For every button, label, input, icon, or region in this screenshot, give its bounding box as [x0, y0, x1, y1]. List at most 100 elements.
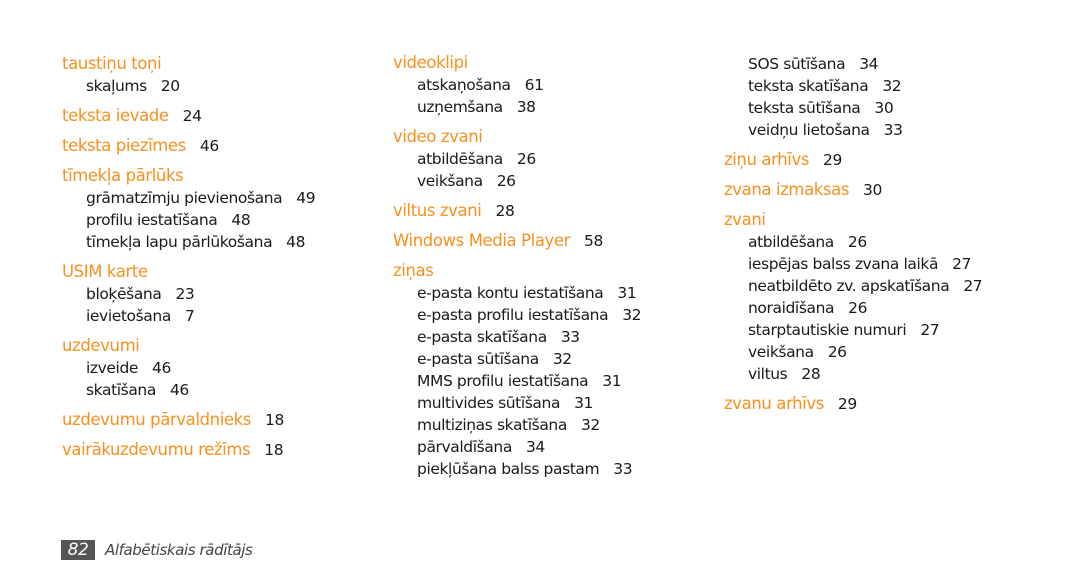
page-reference: 33: [883, 121, 903, 139]
subentry-term: multiziņas skatīšana: [417, 416, 567, 434]
subentry-term: piekļūšana balss pastam: [417, 460, 600, 478]
subentry-term: skatīšana: [86, 381, 156, 399]
index-subentry: iespējas balss zvana laikā 27: [748, 254, 971, 274]
heading-term: USIM karte: [62, 262, 148, 281]
subentry-term: teksta sūtīšana: [748, 99, 861, 117]
index-heading: viltus zvani 28: [393, 201, 515, 221]
index-subentry: skatīšana 46: [86, 380, 189, 400]
page-reference: 32: [580, 416, 600, 434]
subentry-term: multivides sūtīšana: [417, 394, 561, 412]
page-reference: 29: [823, 151, 842, 169]
index-subentry: e-pasta sūtīšana 32: [417, 349, 572, 369]
index-heading: zvana izmaksas 30: [724, 180, 882, 200]
index-subentry: starptautiskie numuri 27: [748, 320, 940, 340]
subentry-term: veikšana: [748, 343, 814, 361]
heading-term: videoklipi: [393, 53, 468, 72]
index-heading: teksta ievade 24: [62, 106, 202, 126]
page-reference: 7: [184, 307, 195, 325]
heading-term: teksta piezīmes: [62, 136, 186, 155]
index-subentry: MMS profilu iestatīšana 31: [417, 371, 622, 391]
index-subentry: izveide 46: [86, 358, 171, 378]
index-subentry: veidņu lietošana 33: [748, 120, 903, 140]
subentry-term: pārvaldīšana: [417, 438, 512, 456]
subentry-term: grāmatzīmju pievienošana: [86, 189, 283, 207]
page-reference: 27: [963, 277, 983, 295]
index-heading: uzdevumu pārvaldnieks 18: [62, 410, 284, 430]
index-heading: taustiņu toņi: [62, 54, 162, 74]
index-subentry: atskaņošana 61: [417, 75, 544, 95]
index-heading: video zvani: [393, 127, 483, 147]
index-subentry: skaļums 20: [86, 76, 180, 96]
index-subentry: noraidīšana 26: [748, 298, 867, 318]
page-reference: 28: [801, 365, 821, 383]
page-number: 82: [61, 540, 95, 560]
index-subentry: pārvaldīšana 34: [417, 437, 545, 457]
index-subentry: SOS sūtīšana 34: [748, 54, 879, 74]
index-subentry: bloķēšana 23: [86, 284, 195, 304]
heading-term: uzdevumu pārvaldnieks: [62, 410, 251, 429]
page-reference: 58: [584, 232, 603, 250]
heading-term: zvana izmaksas: [724, 180, 850, 199]
subentry-term: tīmekļa lapu pārlūkošana: [86, 233, 273, 251]
index-heading: zvanu arhīvs 29: [724, 394, 857, 414]
index-heading: teksta piezīmes 46: [62, 136, 219, 156]
subentry-term: teksta skatīšana: [748, 77, 869, 95]
subentry-term: e-pasta skatīšana: [417, 328, 547, 346]
page-reference: 48: [231, 211, 251, 229]
page-footer: 82 Alfabētiskais rādītājs: [61, 540, 253, 560]
index-subentry: tīmekļa lapu pārlūkošana 48: [86, 232, 306, 252]
index-subentry: piekļūšana balss pastam 33: [417, 459, 633, 479]
page-reference: 46: [152, 359, 171, 377]
page-reference: 30: [874, 99, 894, 117]
index-subentry: teksta skatīšana 32: [748, 76, 902, 96]
page-reference: 33: [560, 328, 580, 346]
heading-term: video zvani: [393, 127, 483, 146]
subentry-term: e-pasta profilu iestatīšana: [417, 306, 609, 324]
subentry-term: viltus: [748, 365, 788, 383]
page-reference: 31: [602, 372, 622, 390]
subentry-term: starptautiskie numuri: [748, 321, 907, 339]
heading-term: taustiņu toņi: [62, 54, 162, 73]
page-reference: 46: [199, 137, 219, 155]
section-title: Alfabētiskais rādītājs: [105, 541, 253, 559]
page-reference: 18: [265, 411, 284, 429]
subentry-term: atbildēšana: [417, 150, 503, 168]
page-reference: 32: [622, 306, 642, 324]
index-subentry: e-pasta kontu iestatīšana 31: [417, 283, 637, 303]
subentry-term: atskaņošana: [417, 76, 511, 94]
subentry-term: MMS profilu iestatīšana: [417, 372, 589, 390]
index-subentry: atbildēšana 26: [417, 149, 536, 169]
index-subentry: multiziņas skatīšana 32: [417, 415, 600, 435]
heading-term: ziņas: [393, 261, 434, 280]
page-reference: 26: [516, 150, 536, 168]
page-reference: 28: [495, 202, 515, 220]
index-heading: videoklipi: [393, 53, 468, 73]
page-reference: 49: [296, 189, 316, 207]
heading-term: ziņu arhīvs: [724, 150, 810, 169]
subentry-term: uzņemšana: [417, 98, 503, 116]
page-reference: 20: [160, 77, 180, 95]
subentry-term: iespējas balss zvana laikā: [748, 255, 939, 273]
index-subentry: teksta sūtīšana 30: [748, 98, 894, 118]
page-reference: 18: [264, 441, 284, 459]
subentry-term: bloķēšana: [86, 285, 162, 303]
heading-term: Windows Media Player: [393, 231, 571, 250]
subentry-term: ievietošana: [86, 307, 171, 325]
page-reference: 61: [524, 76, 544, 94]
heading-term: vairākuzdevumu režīms: [62, 440, 251, 459]
index-heading: ziņas: [393, 261, 434, 281]
index-subentry: veikšana 26: [417, 171, 516, 191]
page-reference: 33: [613, 460, 633, 478]
page-reference: 29: [837, 395, 857, 413]
heading-term: uzdevumi: [62, 336, 140, 355]
page-reference: 32: [882, 77, 902, 95]
heading-term: tīmekļa pārlūks: [62, 166, 184, 185]
page-reference: 32: [552, 350, 572, 368]
page-reference: 26: [496, 172, 516, 190]
index-heading: tīmekļa pārlūks: [62, 166, 184, 186]
index-subentry: viltus 28: [748, 364, 821, 384]
subentry-term: noraidīšana: [748, 299, 835, 317]
heading-term: teksta ievade: [62, 106, 169, 125]
heading-term: zvanu arhīvs: [724, 394, 824, 413]
index-heading: USIM karte: [62, 262, 148, 282]
